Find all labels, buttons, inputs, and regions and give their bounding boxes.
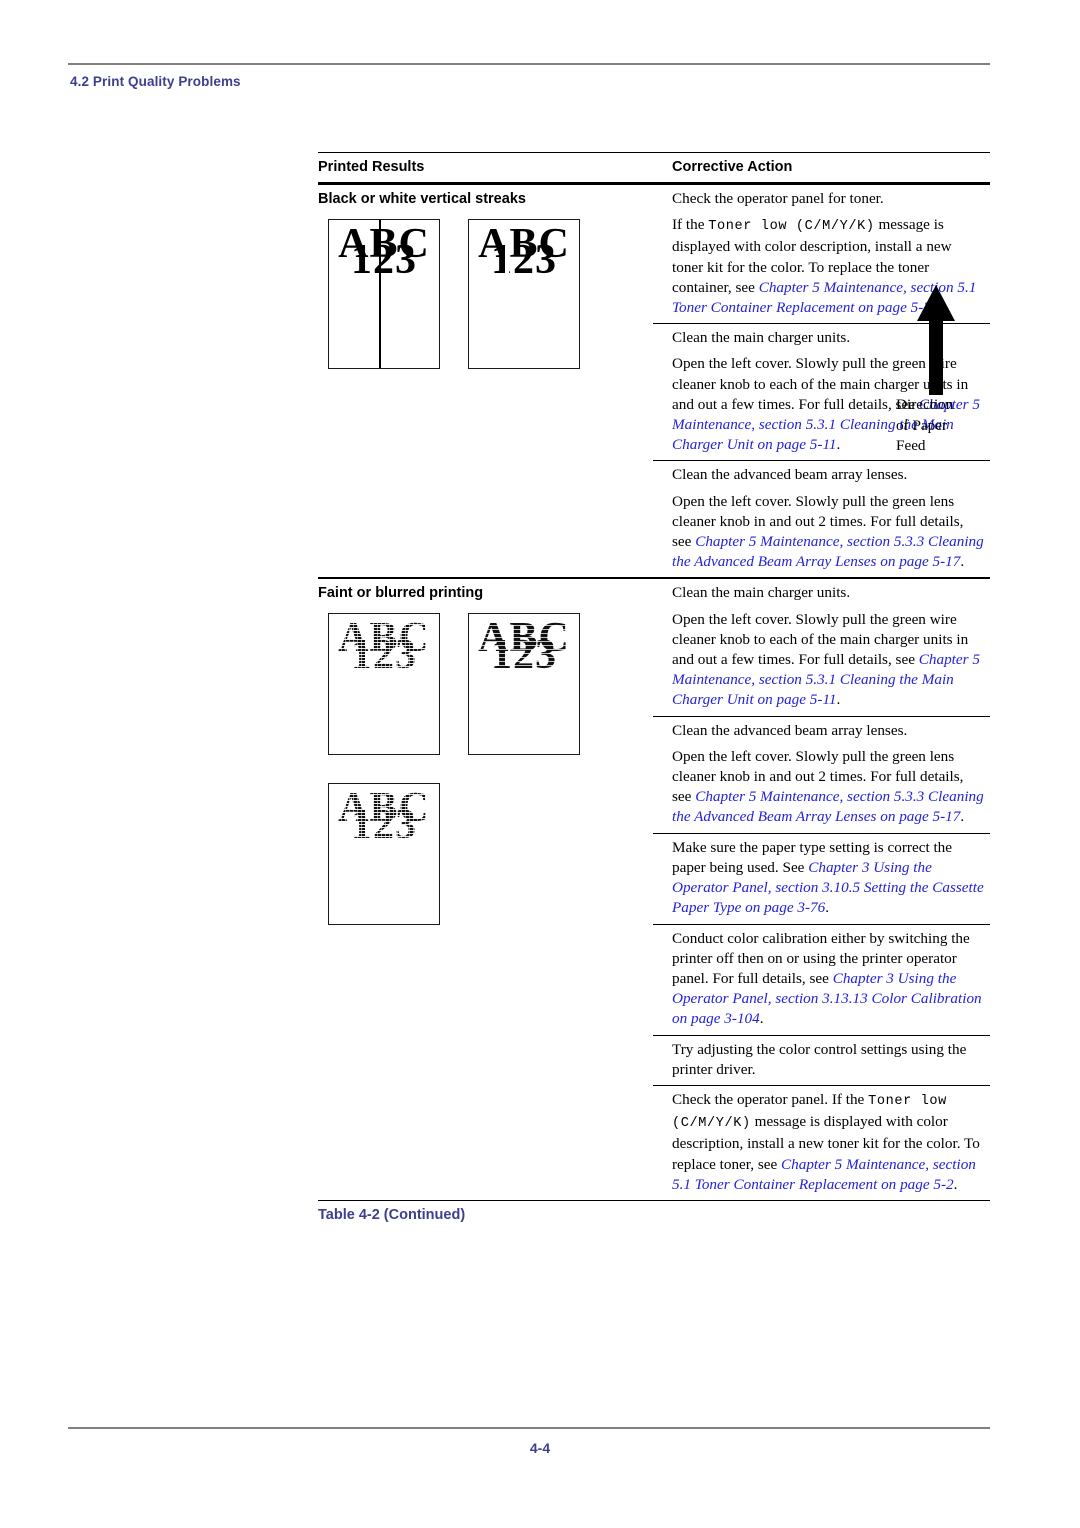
table-caption: Table 4-2 (Continued)	[318, 1207, 466, 1223]
action-paragraph: Open the left cover. Slowly pull the gre…	[672, 491, 986, 578]
corrective-action-block: Clean the main charger units. Open the l…	[653, 579, 990, 717]
action-paragraph: Open the left cover. Slowly pull the gre…	[672, 609, 986, 716]
corrective-action-block: Conduct color calibration either by swit…	[653, 925, 990, 1036]
action-paragraph: Open the left cover. Slowly pull the gre…	[672, 746, 986, 833]
white-streak-line	[505, 220, 509, 368]
symptom-cell-faint: Faint or blurred printing ABC 123 ABC 12…	[318, 579, 653, 963]
action-paragraph: Try adjusting the color control settings…	[672, 1040, 967, 1078]
corrective-action-block: Check the operator panel. If the Toner l…	[653, 1086, 990, 1200]
footer-rule	[68, 1427, 990, 1429]
paper-feed-label-line3: Feed	[896, 437, 926, 454]
sample-glyphs: ABC 123	[329, 617, 439, 676]
action-paragraph: Check the operator panel for toner.	[672, 190, 884, 207]
paper-feed-label-line2: of Paper	[896, 416, 948, 434]
text-suffix: .	[836, 691, 841, 709]
table-header-row: Printed Results Corrective Action	[318, 153, 990, 182]
print-quality-table: Printed Results Corrective Action Black …	[318, 152, 990, 1201]
sample-glyphs: ABC 123	[469, 223, 579, 282]
text-prefix: Check the operator panel. If the	[672, 1090, 869, 1108]
cross-reference-link[interactable]: Chapter 5 Maintenance, section 5.3.3 Cle…	[672, 533, 984, 570]
column-header-corrective-action: Corrective Action	[672, 159, 793, 175]
text-prefix: If the	[672, 216, 709, 234]
corrective-action-cell-faint: Clean the main charger units. Open the l…	[653, 579, 990, 1199]
action-paragraph: Make sure the paper type setting is corr…	[672, 834, 986, 924]
page-number: 4-4	[529, 1440, 551, 1456]
table-row: Black or white vertical streaks ABC 123 …	[318, 185, 990, 577]
text-suffix: .	[759, 1010, 764, 1028]
up-arrow-icon	[896, 285, 976, 395]
sample-paper-faint-left: ABC 123	[328, 613, 440, 756]
table-row: Faint or blurred printing ABC 123 ABC 12…	[318, 579, 990, 1199]
action-paragraph: Clean the advanced beam array lenses.	[672, 721, 908, 739]
table-bottom-rule	[318, 1199, 990, 1201]
symptom-label: Faint or blurred printing	[318, 585, 484, 602]
corrective-action-block: Clean the advanced beam array lenses. Op…	[653, 461, 990, 577]
running-header-section-label: 4.2 Print Quality Problems	[70, 74, 241, 89]
corrective-action-block: Make sure the paper type setting is corr…	[653, 834, 990, 925]
corrective-action-block: Clean the advanced beam array lenses. Op…	[653, 717, 990, 834]
text-suffix: .	[825, 899, 830, 917]
sample-glyphs: ABC 123	[329, 223, 439, 282]
header-rule	[68, 63, 990, 65]
sample-paper-faint-right: ABC 123	[468, 613, 580, 756]
sample-glyphs: ABC 123	[469, 617, 579, 676]
paper-feed-direction: Direction of Paper Feed	[896, 285, 976, 457]
corrective-action-block: Try adjusting the color control settings…	[653, 1036, 990, 1086]
action-paragraph: Check the operator panel. If the Toner l…	[672, 1086, 986, 1200]
action-paragraph: Conduct color calibration either by swit…	[672, 925, 986, 1035]
sample-paper-white-streak: ABC 123	[468, 219, 580, 369]
sample-paper-blurred: ABC 123	[328, 783, 440, 926]
arrow-shaft	[929, 315, 943, 395]
cross-reference-link[interactable]: Chapter 5 Maintenance, section 5.3.3 Cle…	[672, 788, 984, 825]
symptom-cell-streaks: Black or white vertical streaks ABC 123 …	[318, 185, 955, 454]
sample-illustration-faint-row1: ABC 123 ABC 123	[318, 603, 653, 773]
sample-glyphs: ABC 123	[329, 787, 439, 846]
action-paragraph: Clean the main charger units.	[672, 584, 851, 602]
sample-paper-black-streak: ABC 123	[328, 219, 440, 369]
black-streak-line	[379, 220, 381, 368]
symptom-label: Black or white vertical streaks	[318, 191, 526, 207]
sample-illustration-streaks: ABC 123 ABC 123 Direction of Paper Feed	[318, 209, 955, 454]
column-header-printed-results: Printed Results	[318, 159, 425, 175]
text-suffix: .	[960, 553, 965, 571]
action-paragraph: Clean the advanced beam array lenses.	[672, 466, 908, 484]
text-suffix: .	[953, 1175, 958, 1193]
text-suffix: .	[836, 436, 841, 454]
paper-feed-label-line1: Direction	[896, 396, 954, 413]
message-code: Toner low (C/M/Y/K)	[708, 219, 875, 235]
text-suffix: .	[960, 808, 965, 826]
sample-illustration-faint-row2: ABC 123	[318, 773, 653, 963]
